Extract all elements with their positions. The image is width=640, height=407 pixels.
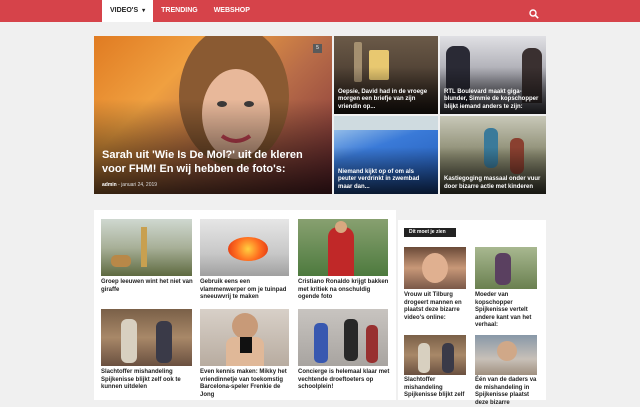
article-title[interactable]: Groep leeuwen wint het niet van giraffe <box>101 279 193 294</box>
top-nav-bar <box>0 0 640 22</box>
article-title[interactable]: Even kennis maken: Mikky het vriendinnet… <box>200 369 292 399</box>
article-title[interactable]: Cristiano Ronaldo krijgt bakken met krit… <box>298 279 392 302</box>
article-thumbnail[interactable] <box>200 309 289 366</box>
chevron-down-icon: ▾ <box>142 8 146 14</box>
hero-tile[interactable]: Kastiegoging massaal onder vuur door biz… <box>440 116 546 194</box>
article-thumbnail[interactable] <box>298 309 388 366</box>
hero-date: januari 24, 2019 <box>121 182 158 188</box>
comment-count-badge: 5 <box>313 44 322 53</box>
article-title[interactable]: Slachtoffer mishandeling Spijkenisse bli… <box>101 369 193 392</box>
hero-tile[interactable]: Niemand kijkt op of om als peuter verdri… <box>334 116 438 194</box>
sidebar-thumbnail[interactable] <box>404 335 466 375</box>
nav-trending[interactable]: TRENDING <box>153 0 206 22</box>
hero-main-article[interactable]: 5 Sarah uit 'Wie Is De Mol?' uit de kler… <box>94 36 332 194</box>
hero-tile[interactable]: RTL Boulevard maakt giga-blunder, Simmie… <box>440 36 546 114</box>
hero-author[interactable]: admin <box>102 182 117 188</box>
nav-videos-label: VIDEO'S <box>110 7 139 14</box>
nav-videos[interactable]: VIDEO'S ▾ <box>102 0 154 22</box>
nav-trending-label: TRENDING <box>161 7 198 14</box>
hero-main-meta: admin - januari 24, 2019 <box>102 182 158 188</box>
sidebar-item-title[interactable]: Één van de daders va de mishandeling in … <box>475 377 541 407</box>
search-icon[interactable] <box>529 6 539 19</box>
article-thumbnail[interactable] <box>101 219 192 276</box>
hero-tile-title[interactable]: Niemand kijkt op of om als peuter verdri… <box>338 169 434 192</box>
sidebar-thumbnail[interactable] <box>475 247 537 289</box>
sidebar-item-title[interactable]: Vrouw uit Tilburg drogeert mannen en pla… <box>404 292 470 322</box>
sidebar-thumbnail[interactable] <box>475 335 537 375</box>
hero-tile-title[interactable]: Oepsie, David had in de vroege morgen ee… <box>338 89 434 112</box>
sidebar-thumbnail[interactable] <box>404 247 466 289</box>
nav-webshop[interactable]: WEBSHOP <box>206 0 258 22</box>
main-nav: VIDEO'S ▾ TRENDING WEBSHOP <box>102 0 258 22</box>
hero-tile-title[interactable]: Kastiegoging massaal onder vuur door biz… <box>444 176 542 191</box>
article-thumbnail[interactable] <box>298 219 388 276</box>
article-title[interactable]: Gebruik eens een vlammenwerper om je tui… <box>200 279 292 302</box>
hero-overlay <box>94 99 332 194</box>
sidebar-item-title[interactable]: Slachtoffer mishandeling Spijkenisse bli… <box>404 377 470 400</box>
hero-tile-title[interactable]: RTL Boulevard maakt giga-blunder, Simmie… <box>444 89 542 112</box>
hero-tile[interactable]: Oepsie, David had in de vroege morgen ee… <box>334 36 438 114</box>
article-title[interactable]: Concierge is helemaal klaar met vechtend… <box>298 369 390 392</box>
sidebar-title: Dit moet je zien <box>404 228 456 237</box>
article-thumbnail[interactable] <box>101 309 192 366</box>
hero-main-title[interactable]: Sarah uit 'Wie Is De Mol?' uit de kleren… <box>102 149 328 176</box>
sidebar-item-title[interactable]: Moeder van kopschopper Spijkenisse verte… <box>475 292 541 330</box>
article-thumbnail[interactable] <box>200 219 289 276</box>
nav-webshop-label: WEBSHOP <box>213 7 250 14</box>
